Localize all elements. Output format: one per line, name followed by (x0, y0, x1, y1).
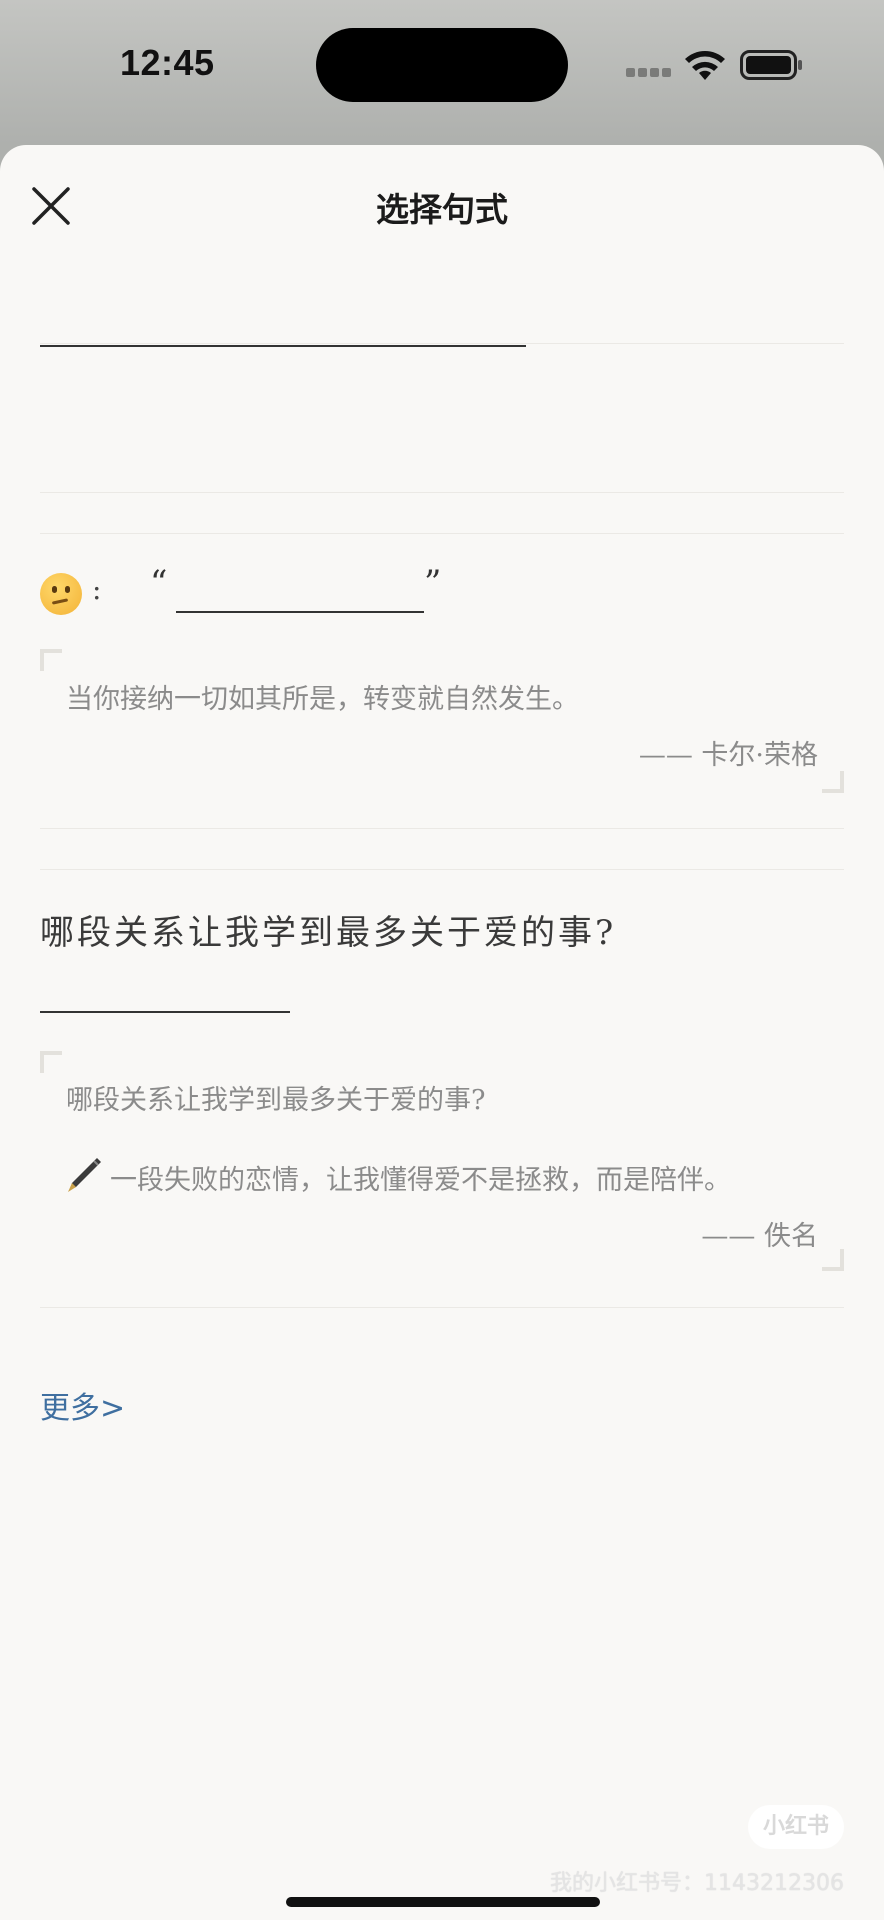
dynamic-island (316, 28, 568, 102)
answer-blank-line (40, 1011, 290, 1013)
emoji-colon: : (92, 573, 102, 606)
quote-close: ” (424, 563, 442, 603)
thinking-face-icon (40, 573, 82, 615)
divider (40, 492, 844, 493)
status-bar: 12:45 (0, 0, 884, 140)
example-corner-top-left (40, 649, 62, 671)
status-time: 12:45 (120, 42, 215, 83)
watermark-text: 我的小红书号：1143212306 (550, 1871, 844, 1896)
battery-icon (740, 50, 802, 80)
fountain-pen-icon (68, 1158, 101, 1192)
more-link[interactable]: 更多> (40, 1383, 125, 1427)
example-corner-bottom-right (822, 1249, 844, 1271)
template-option-blank-line[interactable] (40, 345, 526, 347)
example-corner-top-left (40, 1051, 62, 1073)
template-picker-sheet: 选择句式 : “ ” 当你接纳一切如其所是，转变就自然发生。 —— 卡尔·荣格 … (0, 145, 884, 1920)
example-answer-author: —— 佚名 (701, 1221, 818, 1252)
signal-icon (626, 68, 672, 78)
example-quote-text: 当你接纳一切如其所是，转变就自然发生。 (66, 684, 579, 715)
divider (40, 869, 844, 870)
divider (40, 828, 844, 829)
wifi-icon (685, 51, 725, 80)
divider (40, 343, 844, 344)
example-question: 哪段关系让我学到最多关于爱的事? (66, 1085, 486, 1116)
divider (40, 1307, 844, 1308)
sheet-title: 选择句式 (376, 190, 508, 229)
watermark-logo: 小红书 (748, 1805, 844, 1849)
quote-blank-line (176, 611, 424, 613)
example-quote-author: —— 卡尔·荣格 (638, 740, 818, 771)
question-prompt: 哪段关系让我学到最多关于爱的事? (40, 913, 617, 953)
home-indicator[interactable] (286, 1897, 600, 1907)
quote-open: “ (150, 563, 168, 603)
example-answer: 一段失败的恋情，让我懂得爱不是拯救，而是陪伴。 (110, 1165, 731, 1196)
divider (40, 533, 844, 534)
example-corner-bottom-right (822, 771, 844, 793)
